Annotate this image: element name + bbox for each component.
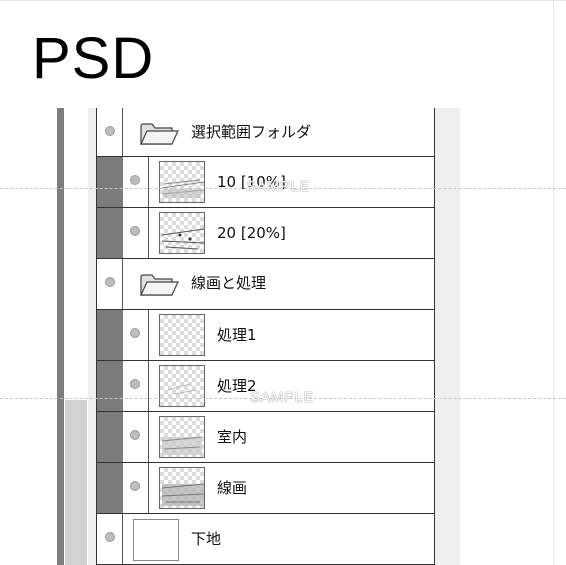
visibility-eye-icon[interactable] xyxy=(105,126,115,136)
layer-name: 室内 xyxy=(217,428,248,446)
layer-thumbnail xyxy=(159,314,205,356)
visibility-eye-icon[interactable] xyxy=(105,532,115,542)
group-indent xyxy=(97,310,123,360)
group-indent xyxy=(97,463,123,513)
layer-thumbnail xyxy=(159,467,205,509)
visibility-eye-icon[interactable] xyxy=(130,175,140,185)
row-divider xyxy=(148,310,149,360)
layer-name: 下地 xyxy=(191,530,222,548)
group-indent xyxy=(97,157,123,207)
frame-right-line xyxy=(553,0,554,565)
row-divider xyxy=(122,108,123,156)
layer-row-lineart-folder[interactable]: 線画と処理 xyxy=(96,259,435,310)
layer-thumbnail xyxy=(159,365,205,407)
layer-row-process1[interactable]: 処理1 xyxy=(96,310,435,361)
layer-row-20[interactable]: 20 [20%] xyxy=(96,208,435,259)
group-indent xyxy=(97,361,123,411)
visibility-eye-icon[interactable] xyxy=(130,430,140,440)
layer-row-interior[interactable]: 室内 xyxy=(96,412,435,463)
visibility-eye-icon[interactable] xyxy=(130,481,140,491)
panel-scroll-track[interactable] xyxy=(65,400,87,565)
row-divider xyxy=(148,208,149,258)
layer-thumbnail xyxy=(133,519,179,561)
row-divider xyxy=(122,259,123,309)
folder-icon xyxy=(140,123,179,145)
row-divider xyxy=(148,157,149,207)
panel-left-rail xyxy=(57,108,64,565)
layer-row-lineart[interactable]: 線画 xyxy=(96,463,435,514)
group-indent xyxy=(97,208,123,258)
layer-name: 20 [20%] xyxy=(217,224,286,242)
layer-name: 線画 xyxy=(217,479,248,497)
layer-thumbnail xyxy=(159,212,205,254)
visibility-eye-icon[interactable] xyxy=(130,328,140,338)
layer-name: 選択範囲フォルダ xyxy=(191,123,312,141)
group-indent xyxy=(97,412,123,462)
layer-thumbnail xyxy=(159,416,205,458)
layer-row-selection-folder[interactable]: 選択範囲フォルダ xyxy=(96,108,435,157)
visibility-eye-icon[interactable] xyxy=(130,226,140,236)
watermark-text: SAMPLE xyxy=(246,178,310,195)
row-divider xyxy=(148,412,149,462)
folder-icon xyxy=(140,274,179,296)
layer-row-base[interactable]: 下地 xyxy=(96,514,435,565)
watermark-text: SAMPLE xyxy=(250,389,314,406)
layer-name: 処理1 xyxy=(217,326,257,344)
row-divider xyxy=(122,514,123,564)
row-divider xyxy=(148,463,149,513)
frame-top-line xyxy=(0,0,566,1)
layer-thumbnail xyxy=(159,161,205,203)
layer-list: 選択範囲フォルダ 10 [10%] 20 [20%] 線画と処理 処理1 処理2… xyxy=(96,108,435,565)
visibility-eye-icon[interactable] xyxy=(130,379,140,389)
layer-name: 線画と処理 xyxy=(191,274,267,292)
row-divider xyxy=(148,361,149,411)
format-title: PSD xyxy=(32,26,155,91)
visibility-eye-icon[interactable] xyxy=(105,277,115,287)
